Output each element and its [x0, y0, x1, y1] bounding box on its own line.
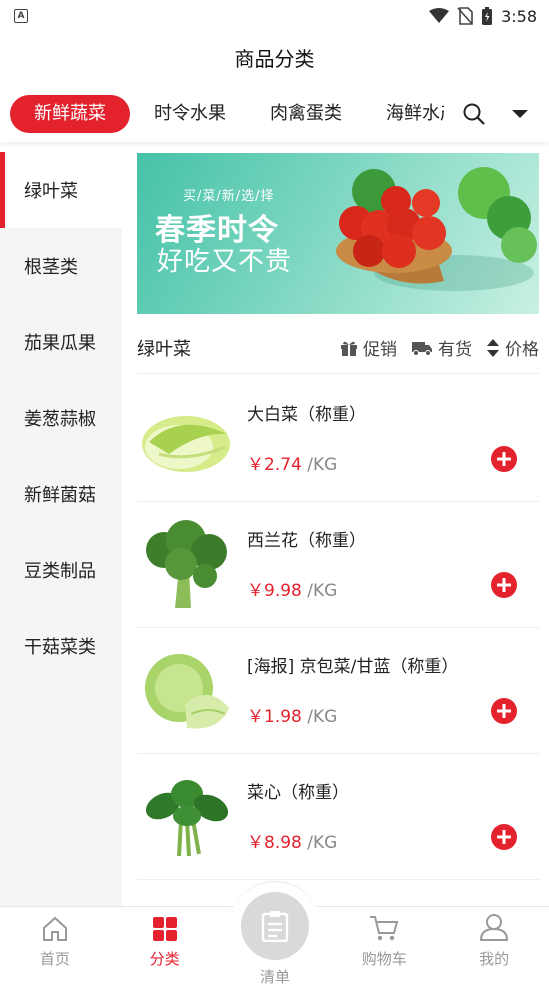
bottom-navigation: 首页 分类 购物车 我的 清单	[0, 906, 549, 977]
sidebar-item-label: 新鲜菌菇	[24, 481, 96, 507]
banner-subtitle: 买/菜/新/选/择	[183, 185, 275, 204]
filter-promo[interactable]: 促销	[340, 335, 397, 360]
product-name: 西兰花（称重）	[247, 526, 366, 551]
category-grid-icon	[152, 916, 178, 942]
status-icons: 3:58	[429, 6, 537, 26]
filter-price-label: 价格	[505, 335, 539, 360]
vegetable-basket-image	[334, 153, 539, 314]
plus-icon	[497, 452, 511, 466]
sidebar-item-fruit-vegetables[interactable]: 茄果瓜果	[0, 304, 122, 380]
nav-category-label: 分类	[150, 948, 180, 969]
plus-icon	[497, 578, 511, 592]
choy-sum-image	[139, 770, 233, 864]
search-icon[interactable]	[462, 102, 486, 126]
product-name: 菜心（称重）	[247, 778, 349, 803]
sidebar-item-label: 根茎类	[24, 253, 78, 279]
price-unit: /KG	[307, 455, 337, 475]
nav-list-circle[interactable]	[241, 892, 309, 960]
filter-price-sort[interactable]: 价格	[486, 335, 539, 360]
nav-mine-label: 我的	[479, 948, 509, 969]
filter-in-stock[interactable]: 有货	[411, 335, 472, 360]
sidebar-item-label: 绿叶菜	[24, 177, 78, 203]
cabbage-image	[139, 644, 233, 738]
sidebar-item-label: 茄果瓜果	[24, 329, 96, 355]
user-icon	[479, 912, 509, 942]
gift-icon	[340, 339, 358, 357]
product-list: 大白菜（称重） ￥2.74 /KG 西兰花（称重） ￥9.98 /KG [海报]…	[137, 376, 539, 880]
product-name: 大白菜（称重）	[247, 400, 366, 425]
nav-cart[interactable]: 购物车	[329, 907, 439, 977]
price-value: ￥2.74	[247, 455, 302, 475]
add-to-cart-button[interactable]	[491, 572, 517, 598]
price-unit: /KG	[307, 833, 337, 853]
add-to-cart-button[interactable]	[491, 698, 517, 724]
product-price: ￥2.74 /KG	[247, 450, 337, 475]
price-value: ￥8.98	[247, 833, 302, 853]
sidebar-item-root-vegetables[interactable]: 根茎类	[0, 228, 122, 304]
nav-category[interactable]: 分类	[110, 907, 220, 977]
add-to-cart-button[interactable]	[491, 446, 517, 472]
napa-cabbage-image	[139, 392, 233, 486]
nav-mine[interactable]: 我的	[439, 907, 549, 977]
truck-icon	[411, 340, 433, 356]
tab-fresh-vegetables[interactable]: 新鲜蔬菜	[10, 95, 130, 133]
add-to-cart-button[interactable]	[491, 824, 517, 850]
product-price: ￥9.98 /KG	[247, 576, 337, 601]
filter-stock-label: 有货	[438, 335, 472, 360]
nav-list[interactable]: 清单	[229, 881, 321, 973]
plus-icon	[497, 704, 511, 718]
nav-home[interactable]: 首页	[0, 907, 110, 977]
clipboard-list-icon	[261, 910, 289, 942]
sidebar-item-leafy-greens[interactable]: 绿叶菜	[0, 152, 122, 228]
app-notification-icon: A	[14, 9, 28, 23]
price-value: ￥9.98	[247, 581, 302, 601]
status-time: 3:58	[501, 7, 537, 26]
page-title-bar: 商品分类	[0, 32, 549, 82]
product-item[interactable]: [海报] 京包菜/甘蓝（称重） ￥1.98 /KG	[137, 628, 539, 754]
sidebar-item-bean-products[interactable]: 豆类制品	[0, 532, 122, 608]
price-value: ￥1.98	[247, 707, 302, 727]
product-price: ￥1.98 /KG	[247, 702, 337, 727]
page-title: 商品分类	[235, 43, 315, 72]
product-item[interactable]: 大白菜（称重） ￥2.74 /KG	[137, 376, 539, 502]
filter-promo-label: 促销	[363, 335, 397, 360]
battery-icon	[481, 6, 493, 26]
tab-meat-eggs[interactable]: 肉禽蛋类	[248, 95, 364, 133]
subcategory-sidebar: 绿叶菜 根茎类 茄果瓜果 姜葱蒜椒 新鲜菌菇 豆类制品 干菇菜类	[0, 152, 122, 906]
status-bar: A 3:58	[0, 0, 549, 32]
promo-banner[interactable]: 买/菜/新/选/择 春季时令 好吃又不贵	[137, 153, 539, 314]
sidebar-item-label: 干菇菜类	[24, 633, 96, 659]
category-tabs: 新鲜蔬菜 时令水果 肉禽蛋类 海鲜水产	[0, 86, 549, 142]
filter-bar: 绿叶菜 促销 有货 价格	[137, 322, 539, 374]
plus-icon	[497, 830, 511, 844]
nav-home-label: 首页	[40, 948, 70, 969]
tab-seafood[interactable]: 海鲜水产	[364, 95, 444, 133]
price-unit: /KG	[307, 581, 337, 601]
sidebar-item-label: 姜葱蒜椒	[24, 405, 96, 431]
dropdown-arrow-icon[interactable]	[511, 108, 529, 120]
no-sim-icon	[457, 7, 473, 25]
product-item[interactable]: 西兰花（称重） ￥9.98 /KG	[137, 502, 539, 628]
nav-cart-label: 购物车	[362, 948, 407, 969]
wifi-icon	[429, 8, 449, 24]
current-subcategory-title: 绿叶菜	[137, 335, 191, 361]
product-name: [海报] 京包菜/甘蓝（称重）	[247, 652, 458, 677]
home-icon	[41, 916, 69, 942]
tab-tools	[449, 86, 549, 142]
tabs-scroll[interactable]: 新鲜蔬菜 时令水果 肉禽蛋类 海鲜水产	[0, 95, 444, 133]
sidebar-item-ginger-onion[interactable]: 姜葱蒜椒	[0, 380, 122, 456]
product-item[interactable]: 菜心（称重） ￥8.98 /KG	[137, 754, 539, 880]
broccoli-image	[139, 518, 233, 612]
product-price: ￥8.98 /KG	[247, 828, 337, 853]
sidebar-item-label: 豆类制品	[24, 557, 96, 583]
sidebar-item-dried-goods[interactable]: 干菇菜类	[0, 608, 122, 684]
sort-icon	[486, 338, 500, 358]
banner-tagline: 好吃又不贵	[157, 241, 292, 278]
price-unit: /KG	[307, 707, 337, 727]
sidebar-item-mushrooms[interactable]: 新鲜菌菇	[0, 456, 122, 532]
shopping-cart-icon	[369, 914, 399, 942]
filter-options: 促销 有货 价格	[340, 335, 539, 360]
tab-seasonal-fruit[interactable]: 时令水果	[132, 95, 248, 133]
